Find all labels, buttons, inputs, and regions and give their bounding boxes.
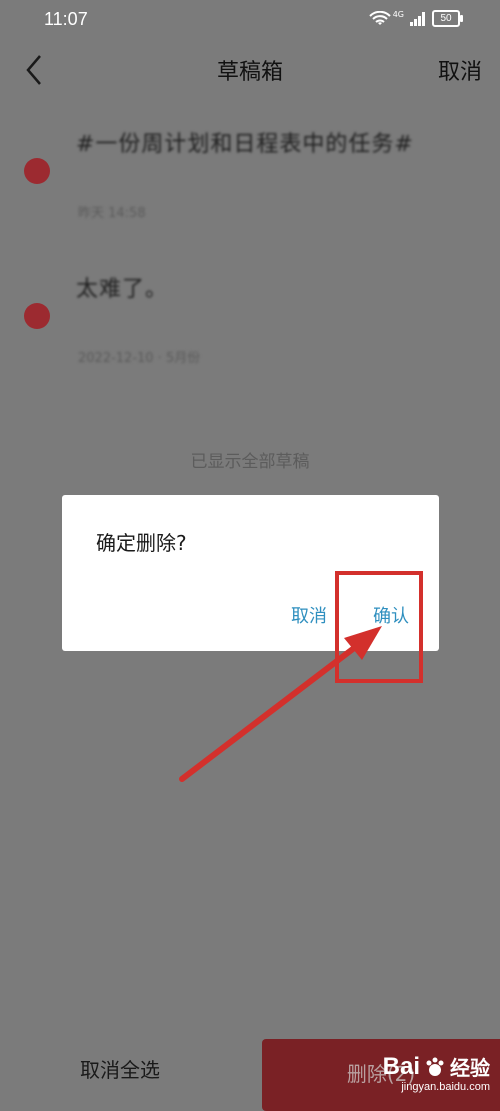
draft-item-2[interactable]: 太难了。 2022-12-10 · 5月份 <box>0 255 500 385</box>
wifi-icon <box>368 10 391 25</box>
dialog-title: 确定删除? <box>96 531 187 555</box>
nav-cancel-button[interactable]: 取消 <box>438 54 482 86</box>
cell-signal-icon <box>410 11 425 26</box>
status-bar: 11:07 4G 50 <box>0 0 500 38</box>
annotation-highlight-box <box>335 571 423 683</box>
draft-meta: 昨天 14:58 <box>78 206 146 221</box>
dialog-cancel-button[interactable]: 取消 <box>291 602 327 628</box>
draft-title: #一份周计划和日程表中的任务# <box>76 132 414 157</box>
watermark-brand-suffix: 经验 <box>450 1058 490 1080</box>
draft-meta: 2022-12-10 · 5月份 <box>78 351 201 366</box>
battery-icon: 50 <box>432 10 463 27</box>
watermark-logo: Bai 经验 <box>383 1052 490 1081</box>
cancel-select-all-button[interactable]: 取消全选 <box>0 1033 240 1111</box>
paw-icon <box>426 1057 444 1076</box>
status-icons: 4G 50 <box>368 10 463 27</box>
list-end-text: 已显示全部草稿 <box>190 452 310 472</box>
network-type-label: 4G <box>392 10 404 19</box>
draft-item-1[interactable]: #一份周计划和日程表中的任务# 昨天 14:58 <box>0 110 500 240</box>
draft-title: 太难了。 <box>76 277 169 302</box>
watermark-url: jingyan.baidu.com <box>401 1081 490 1093</box>
nav-bar: 草稿箱 取消 <box>0 40 500 100</box>
watermark-brand: Bai <box>382 1052 420 1080</box>
baidu-jingyan-watermark: Bai 经验 jingyan.baidu.com <box>383 1052 490 1094</box>
status-time: 11:07 <box>44 9 88 29</box>
selected-check-icon[interactable] <box>24 158 50 184</box>
page-title: 草稿箱 <box>216 60 283 85</box>
selected-check-icon[interactable] <box>24 303 50 329</box>
